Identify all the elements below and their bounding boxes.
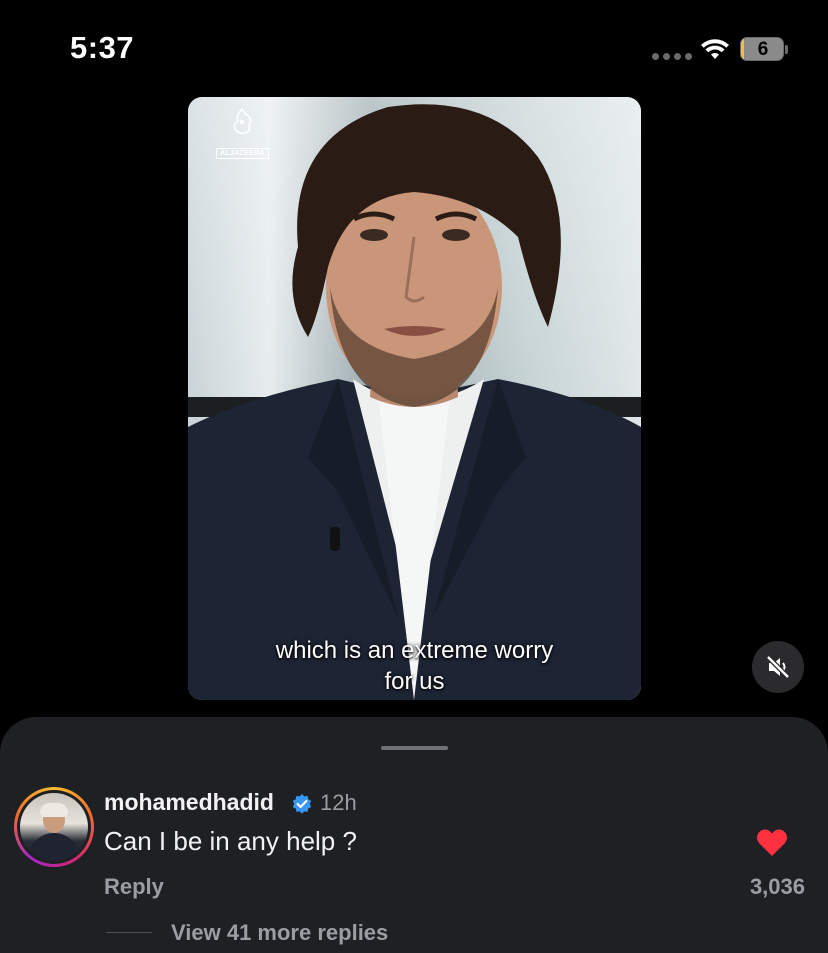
- heart-filled-icon: [756, 829, 788, 856]
- wifi-icon: [700, 38, 730, 65]
- battery-icon: 6: [740, 37, 788, 63]
- verified-badge-icon: [292, 794, 312, 814]
- like-count: 3,036: [749, 874, 805, 899]
- comment-age: 12h: [320, 790, 357, 815]
- status-bar: 5:37 6: [0, 0, 828, 100]
- video-player[interactable]: ALJAZEERA which is an extreme worry for …: [188, 97, 641, 700]
- cellular-signal-icon: [652, 53, 692, 60]
- speaker-muted-icon: [766, 655, 790, 679]
- video-caption: which is an extreme worry for us: [188, 635, 641, 697]
- caption-line-2: for us: [384, 668, 445, 695]
- replies-divider: [106, 932, 152, 933]
- comment-username[interactable]: mohamedhadid: [104, 789, 274, 816]
- aljazeera-logo: ALJAZEERA: [216, 107, 269, 160]
- view-more-replies-button[interactable]: View 41 more replies: [171, 920, 388, 946]
- logo-text: ALJAZEERA: [216, 148, 269, 159]
- avatar[interactable]: [14, 787, 94, 867]
- reply-button[interactable]: Reply: [104, 874, 164, 900]
- like-button[interactable]: [756, 828, 788, 862]
- status-time: 5:37: [70, 30, 135, 65]
- caption-line-1: which is an extreme worry: [275, 637, 554, 664]
- battery-level: 6: [757, 39, 769, 60]
- mute-button[interactable]: [752, 641, 804, 693]
- video-speaker-illustration: [188, 104, 641, 700]
- comments-sheet: mohamedhadid 12h Can I be in any help ? …: [0, 717, 828, 953]
- sheet-drag-handle[interactable]: [381, 746, 448, 750]
- comment-text: Can I be in any help ?: [104, 826, 357, 856]
